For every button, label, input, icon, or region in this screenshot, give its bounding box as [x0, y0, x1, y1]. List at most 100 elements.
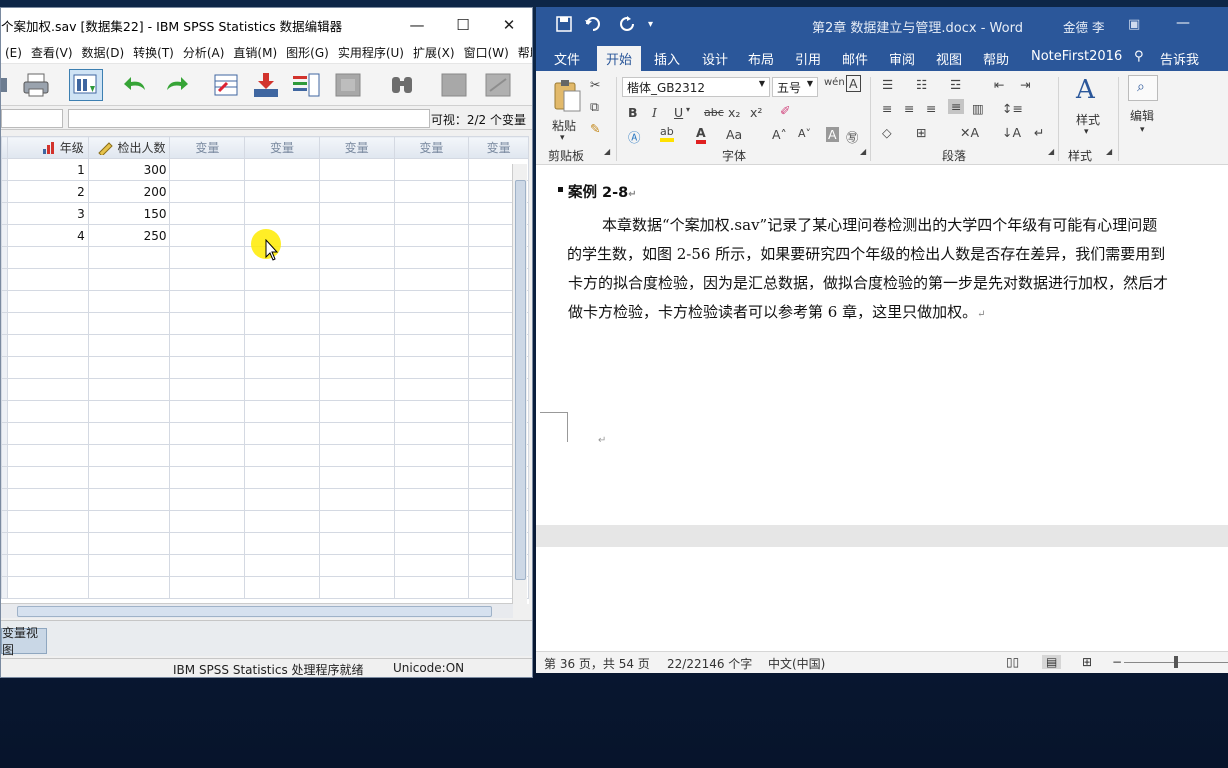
close-button[interactable]: ✕ — [486, 8, 532, 42]
search-icon[interactable]: ⌕ — [1128, 75, 1158, 101]
data-cell[interactable] — [318, 378, 395, 401]
bullets-icon[interactable]: ☰ — [882, 77, 893, 92]
data-cell[interactable] — [87, 576, 171, 599]
data-cell[interactable] — [169, 224, 246, 247]
data-cell[interactable] — [87, 466, 171, 489]
variables-icon[interactable] — [289, 69, 323, 101]
menu-analyze[interactable]: 分析(A) — [179, 44, 230, 61]
lightbulb-icon[interactable]: ⚲ — [1134, 49, 1144, 64]
data-cell[interactable] — [169, 378, 246, 401]
minimize-icon[interactable]: — — [1176, 15, 1190, 31]
data-cell[interactable] — [87, 400, 171, 423]
dialog-launcher-icon[interactable]: ◢ — [604, 147, 610, 156]
document-page-next[interactable] — [536, 547, 1228, 633]
data-cell[interactable] — [169, 246, 246, 269]
data-cell[interactable] — [6, 378, 89, 401]
align-right-icon[interactable]: ≡ — [926, 101, 936, 116]
data-cell[interactable] — [87, 290, 171, 313]
column-header-var[interactable]: 变量 — [468, 136, 529, 159]
spss-titlebar[interactable]: 个案加权.sav [数据集22] - IBM SPSS Statistics 数… — [1, 8, 532, 42]
customize-qat-icon[interactable]: ▾ — [648, 19, 653, 30]
data-cell[interactable] — [6, 444, 89, 467]
menu-extensions[interactable]: 扩展(X) — [409, 44, 460, 61]
tab-design[interactable]: 设计 — [702, 49, 728, 68]
scroll-thumb[interactable] — [515, 180, 526, 580]
tab-notefirst[interactable]: NoteFirst2016 — [1031, 49, 1122, 64]
borders-icon[interactable]: ⊞ — [916, 125, 926, 140]
align-center-icon[interactable]: ≡ — [904, 101, 914, 116]
run-descriptives-icon[interactable] — [331, 69, 365, 101]
print-icon[interactable] — [19, 69, 53, 101]
data-cell[interactable] — [6, 400, 89, 423]
dialog-recall-icon[interactable] — [69, 69, 103, 101]
tab-layout[interactable]: 布局 — [748, 49, 774, 68]
column-header-var[interactable]: 变量 — [244, 136, 320, 159]
data-cell[interactable] — [87, 312, 171, 335]
shrink-font-icon[interactable]: A˅ — [798, 127, 811, 140]
data-cell[interactable] — [393, 290, 470, 313]
tab-variable-view[interactable]: 变量视图 — [1, 626, 47, 657]
menu-window[interactable]: 窗口(W) — [460, 44, 514, 61]
find-icon[interactable] — [385, 69, 419, 101]
data-cell[interactable] — [244, 180, 320, 203]
data-cell[interactable] — [244, 290, 320, 313]
line-spacing-icon[interactable]: ↕≡ — [1002, 101, 1023, 116]
data-cell[interactable] — [393, 576, 470, 599]
data-cell[interactable]: 4 — [6, 224, 89, 247]
menu-graphs[interactable]: 图形(G) — [282, 44, 334, 61]
data-cell[interactable] — [87, 334, 171, 357]
chevron-down-icon[interactable]: ▾ — [686, 105, 690, 114]
format-painter-icon[interactable]: ✎ — [590, 121, 600, 136]
data-cell[interactable] — [393, 532, 470, 555]
data-cell[interactable] — [393, 400, 470, 423]
dialog-launcher-icon[interactable]: ◢ — [1106, 147, 1112, 156]
data-cell[interactable] — [318, 356, 395, 379]
data-cell[interactable] — [6, 466, 89, 489]
word-count-status[interactable]: 22/22146 个字 — [667, 655, 752, 672]
data-cell[interactable] — [393, 466, 470, 489]
data-cell[interactable] — [393, 554, 470, 577]
column-header-var[interactable]: 变量 — [318, 136, 395, 159]
data-cell[interactable] — [318, 576, 395, 599]
save-icon[interactable] — [556, 16, 572, 32]
data-cell[interactable] — [244, 488, 320, 511]
data-cell[interactable] — [318, 422, 395, 445]
data-cell[interactable] — [6, 246, 89, 269]
data-cell[interactable] — [393, 334, 470, 357]
data-cell[interactable] — [393, 158, 470, 181]
edit-button-label[interactable]: 编辑 — [1130, 107, 1154, 124]
data-cell[interactable] — [87, 268, 171, 291]
minimize-button[interactable]: — — [394, 8, 440, 42]
data-cell[interactable] — [393, 246, 470, 269]
data-cell[interactable]: 3 — [6, 202, 89, 225]
data-cell[interactable] — [393, 422, 470, 445]
justify-icon[interactable]: ≡ — [948, 99, 965, 114]
data-cell[interactable] — [318, 444, 395, 467]
data-cell[interactable] — [393, 180, 470, 203]
split-file-icon[interactable] — [481, 69, 515, 101]
data-cell[interactable] — [169, 532, 246, 555]
decrease-indent-icon[interactable]: ⇤ — [994, 77, 1004, 92]
document-page[interactable]: 案例 2-8↵ 本章数据“个案加权.sav”记录了某心理问卷检测出的大学四个年级… — [536, 167, 1228, 525]
data-cell[interactable] — [393, 224, 470, 247]
data-cell[interactable] — [169, 554, 246, 577]
numbering-icon[interactable]: ☷ — [916, 77, 927, 92]
paste-icon[interactable] — [552, 79, 582, 113]
data-cell[interactable]: 200 — [87, 180, 171, 203]
dialog-launcher-icon[interactable]: ◢ — [860, 147, 866, 156]
data-cell[interactable] — [87, 510, 171, 533]
data-cell[interactable]: 1 — [6, 158, 89, 181]
menu-help[interactable]: 帮助(H) — [514, 44, 532, 61]
data-cell[interactable] — [6, 488, 89, 511]
strikethrough-icon[interactable]: abc — [704, 106, 724, 119]
redo-icon[interactable] — [159, 69, 193, 101]
data-cell[interactable] — [169, 356, 246, 379]
styles-icon[interactable]: A — [1076, 75, 1095, 105]
data-cell[interactable] — [244, 532, 320, 555]
sort-icon[interactable]: ↓A — [1002, 125, 1021, 140]
show-formatting-icon[interactable]: ↵ — [1034, 125, 1044, 140]
data-cell[interactable] — [169, 312, 246, 335]
data-cell[interactable] — [393, 202, 470, 225]
ribbon-display-options-icon[interactable]: ▣ — [1128, 17, 1140, 32]
data-cell[interactable] — [393, 378, 470, 401]
